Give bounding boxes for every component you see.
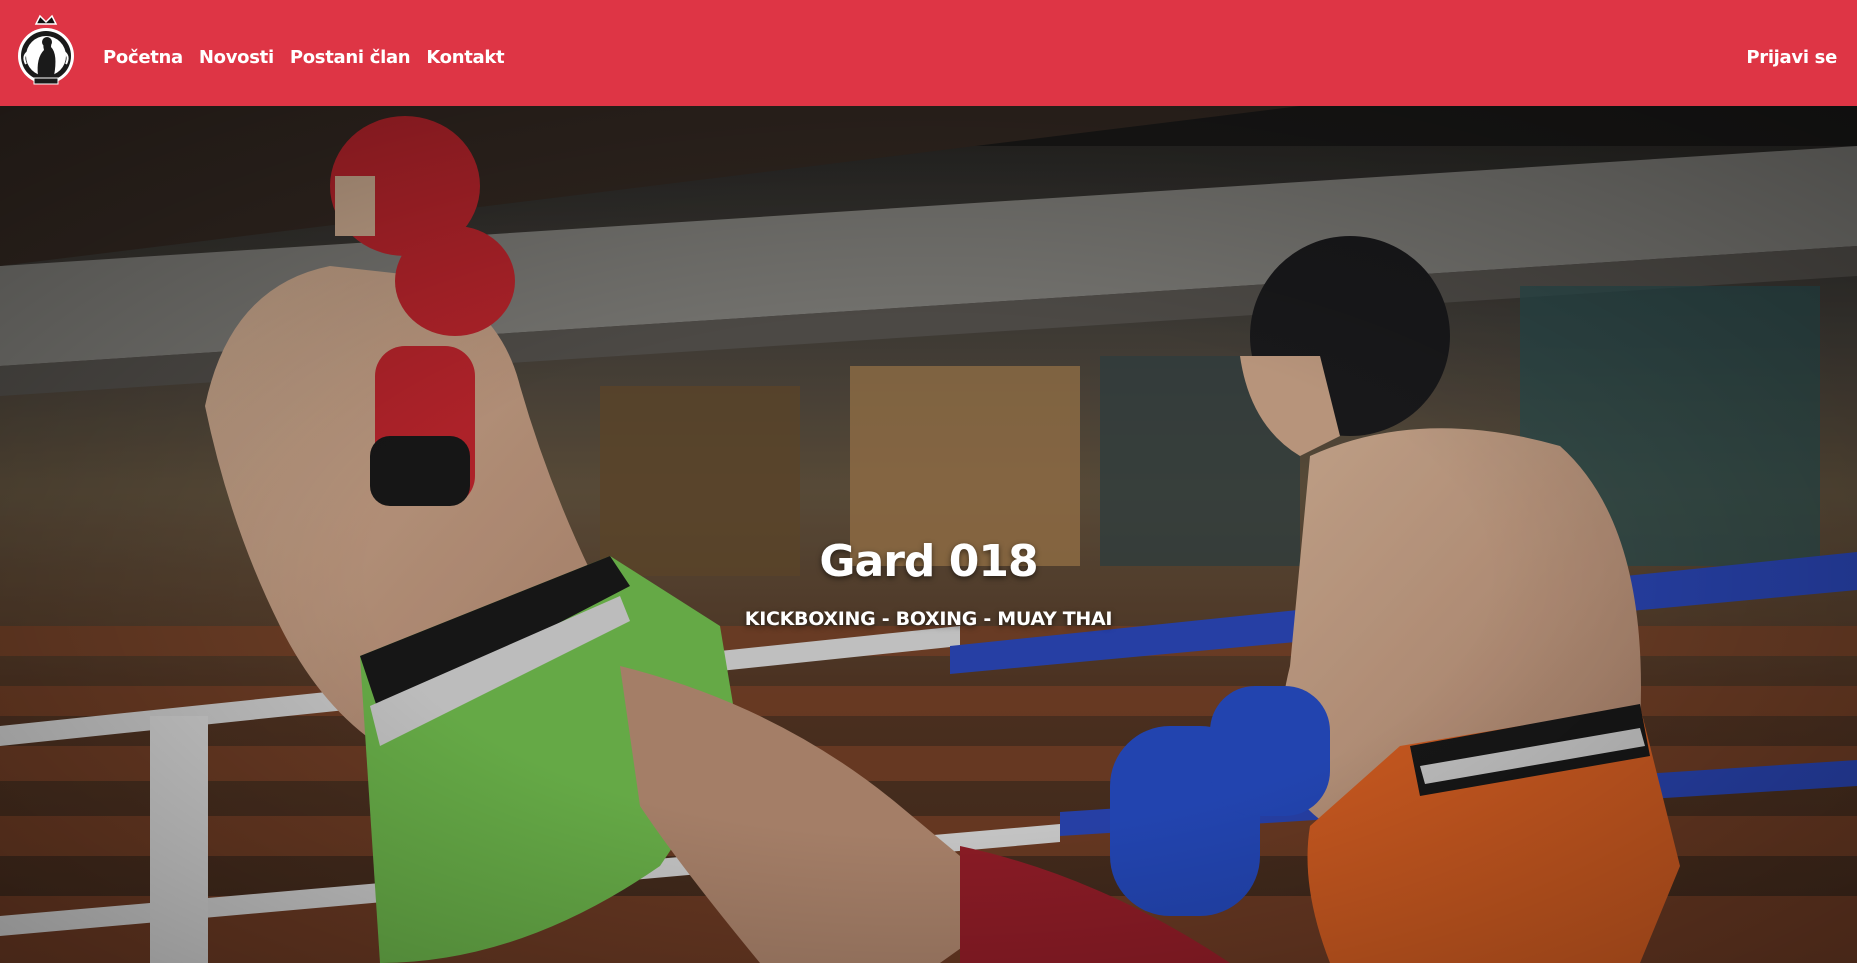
nav-link-home[interactable]: Početna xyxy=(103,47,183,68)
nav-link-news[interactable]: Novosti xyxy=(199,47,274,68)
login-link[interactable]: Prijavi se xyxy=(1746,47,1837,68)
club-logo[interactable] xyxy=(14,14,78,92)
hero-banner: Gard 018 KICKBOXING - BOXING - MUAY THAI xyxy=(0,106,1857,963)
main-nav: Početna Novosti Postani član Kontakt xyxy=(103,47,505,68)
crown-crest-icon xyxy=(18,14,74,85)
top-navbar: Početna Novosti Postani član Kontakt Pri… xyxy=(0,0,1857,106)
hero-background-image xyxy=(0,106,1857,963)
hero-title: Gard 018 xyxy=(819,536,1038,587)
nav-link-contact[interactable]: Kontakt xyxy=(426,47,504,68)
hero-subtitle: KICKBOXING - BOXING - MUAY THAI xyxy=(744,608,1113,630)
nav-link-become-member[interactable]: Postani član xyxy=(290,47,411,68)
